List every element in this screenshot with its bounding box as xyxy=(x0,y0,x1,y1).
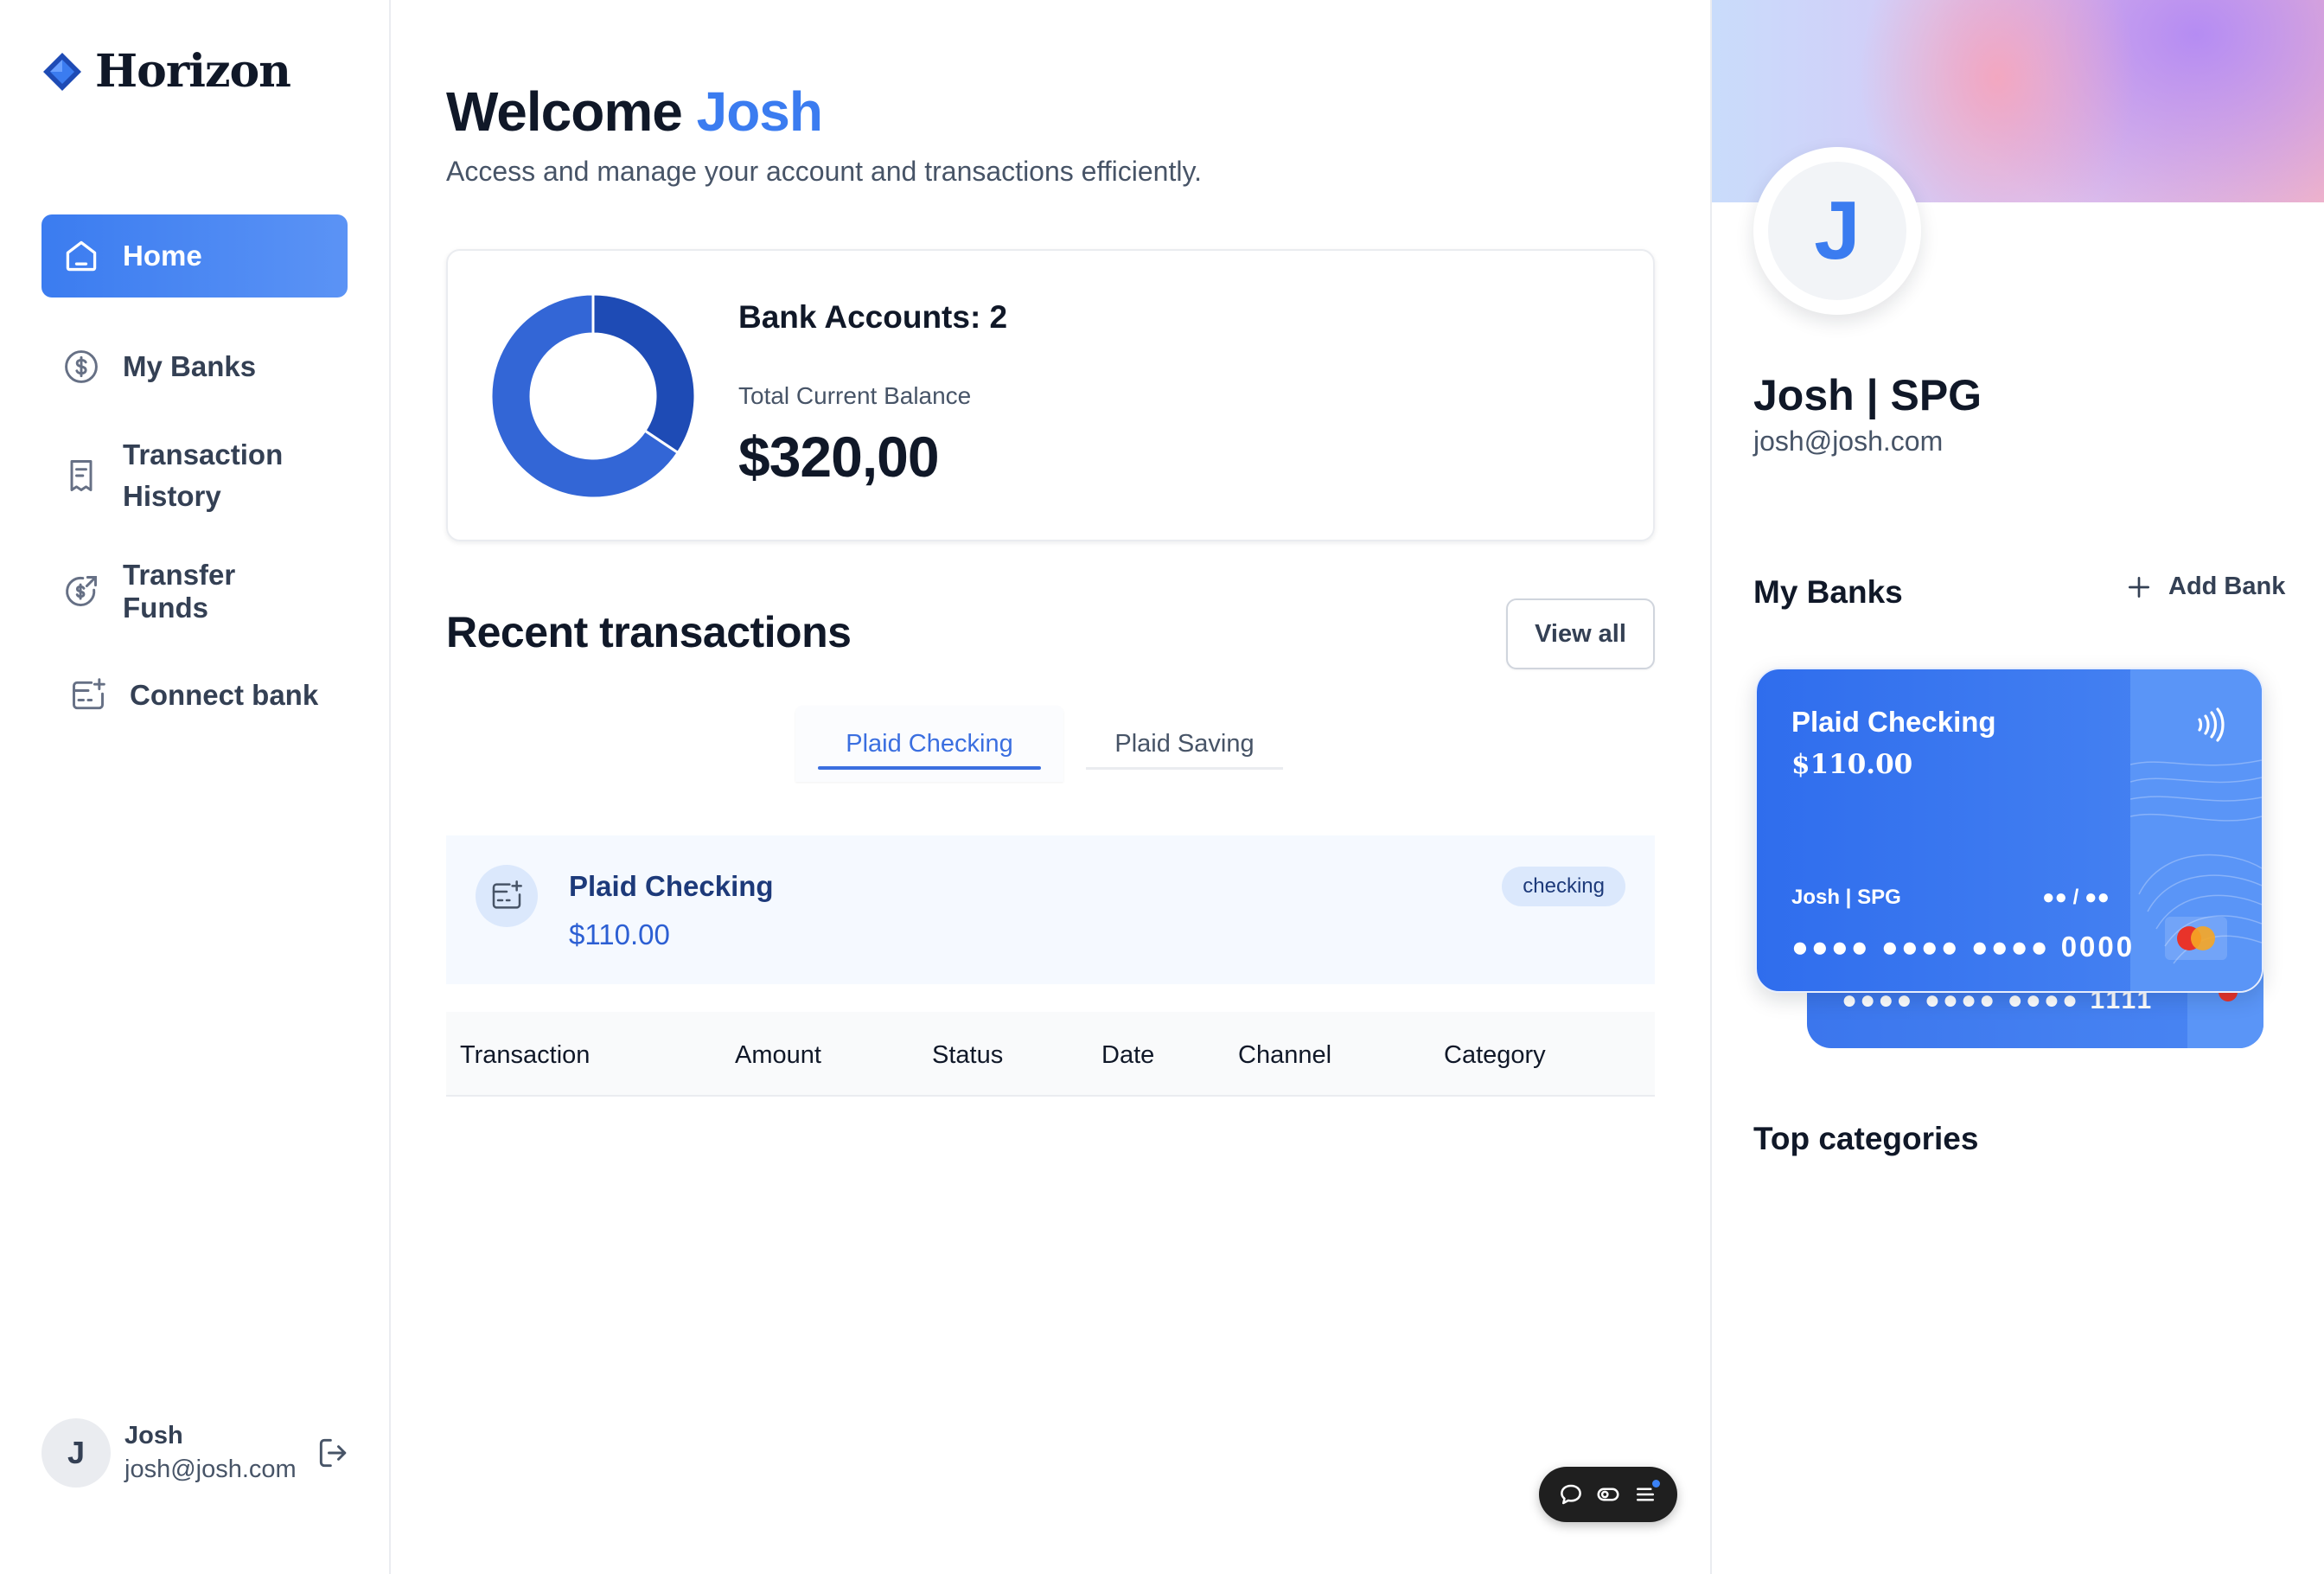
sidebar: Horizon Home My Banks Transaction Histor… xyxy=(0,0,391,1574)
account-type-badge: checking xyxy=(1502,867,1625,906)
right-sidebar: J Josh | SPG josh@josh.com My Banks Add … xyxy=(1710,0,2324,1574)
tab-plaid-checking[interactable]: Plaid Checking xyxy=(795,706,1063,782)
column-header-amount: Amount xyxy=(735,1041,821,1069)
top-categories-title: Top categories xyxy=(1753,1121,1979,1156)
logout-icon[interactable] xyxy=(315,1434,353,1472)
contactless-icon xyxy=(2198,707,2225,742)
sidebar-item-label: Home xyxy=(123,240,202,272)
mastercard-circle-orange xyxy=(2191,926,2215,950)
receipt-icon xyxy=(70,460,93,491)
user-name: Josh xyxy=(124,1422,183,1449)
card-balance: $110.00 xyxy=(1791,749,1913,780)
donut-segment xyxy=(591,294,695,455)
sidebar-item-label: Connect bank xyxy=(130,679,319,711)
column-header-category: Category xyxy=(1444,1041,1546,1069)
selected-account-info: Plaid Checking $110.00 checking xyxy=(446,835,1655,984)
bank-card[interactable]: Plaid Checking $110.00 Josh | SPG ●● / ●… xyxy=(1755,668,2263,993)
user-email: josh@josh.com xyxy=(124,1456,297,1483)
logo-text: Horizon xyxy=(95,45,291,98)
avatar: J xyxy=(42,1418,111,1488)
sidebar-item-connect-bank[interactable]: Connect bank xyxy=(42,654,348,737)
profile-avatar-initial: J xyxy=(1768,162,1906,300)
total-balance-label: Total Current Balance xyxy=(738,382,972,409)
dollar-circle-icon xyxy=(65,350,98,383)
card-expiry: ●● / ●● xyxy=(2042,886,2110,909)
bank-card-icon xyxy=(492,880,522,909)
transfer-icon xyxy=(66,576,97,606)
sidebar-item-transaction-history[interactable]: Transaction History xyxy=(42,415,348,536)
menu-button[interactable] xyxy=(1632,1480,1660,1507)
sidebar-item-label: My Banks xyxy=(123,350,257,382)
card-number: ●●●● ●●●● ●●●● 0000 xyxy=(1791,931,2136,963)
column-header-date: Date xyxy=(1101,1041,1155,1069)
column-header-transaction: Transaction xyxy=(460,1041,591,1069)
card-bank-name: Plaid Checking xyxy=(1791,706,1996,738)
column-header-status: Status xyxy=(932,1041,1004,1069)
comment-icon[interactable] xyxy=(1558,1481,1584,1507)
profile-name: Josh | SPG xyxy=(1753,371,1982,419)
page-subtitle: Access and manage your account and trans… xyxy=(446,156,1202,187)
add-bank-button[interactable]: Add Bank xyxy=(2125,573,2285,601)
sidebar-footer: J Josh josh@josh.com xyxy=(42,1418,353,1488)
bank-tabs: Plaid Checking Plaid Saving xyxy=(795,706,1283,782)
bank-accounts-count: Bank Accounts: 2 xyxy=(738,299,1008,335)
card-holder-name: Josh | SPG xyxy=(1791,886,1901,909)
profile-avatar: J xyxy=(1753,147,1921,315)
toggle-view-icon[interactable] xyxy=(1595,1481,1621,1507)
sidebar-item-home[interactable]: Home xyxy=(42,214,348,298)
account-name: Plaid Checking xyxy=(569,870,774,902)
total-balance-value: $320,00 xyxy=(738,425,940,489)
recent-transactions-title: Recent transactions xyxy=(446,608,852,656)
page-title: Welcome Josh xyxy=(446,80,823,144)
add-bank-label: Add Bank xyxy=(2168,573,2286,600)
welcome-name: Josh xyxy=(696,80,823,143)
home-icon xyxy=(66,240,97,272)
balance-donut-chart xyxy=(491,294,695,498)
account-amount: $110.00 xyxy=(569,918,670,950)
transactions-table-header: Transaction Amount Status Date Channel C… xyxy=(446,1012,1655,1097)
logo[interactable]: Horizon xyxy=(42,45,291,98)
column-header-channel: Channel xyxy=(1238,1041,1332,1069)
my-banks-title: My Banks xyxy=(1753,574,1903,610)
mastercard-icon xyxy=(2165,917,2227,960)
sidebar-item-transfer-funds[interactable]: Transfer Funds xyxy=(42,550,348,633)
sidebar-item-label: Transaction History xyxy=(123,438,284,512)
welcome-prefix: Welcome xyxy=(446,80,683,143)
notification-dot xyxy=(1651,1480,1660,1488)
sidebar-nav: Home My Banks Transaction History Transf… xyxy=(42,214,348,737)
sidebar-item-label: Transfer Funds xyxy=(123,559,236,624)
total-balance-card: Bank Accounts: 2 Total Current Balance $… xyxy=(446,249,1655,541)
sidebar-user-info: Josh josh@josh.com xyxy=(124,1422,315,1484)
connect-bank-icon xyxy=(73,678,105,710)
horizon-logo-icon xyxy=(43,52,81,91)
view-all-button[interactable]: View all xyxy=(1506,598,1655,669)
tab-plaid-saving[interactable]: Plaid Saving xyxy=(1086,706,1283,782)
profile-email: josh@josh.com xyxy=(1753,425,1944,457)
plus-icon xyxy=(2129,576,2149,598)
account-icon-wrap xyxy=(476,865,538,927)
floating-toolbar xyxy=(1539,1467,1677,1522)
sidebar-item-my-banks[interactable]: My Banks xyxy=(42,325,348,408)
